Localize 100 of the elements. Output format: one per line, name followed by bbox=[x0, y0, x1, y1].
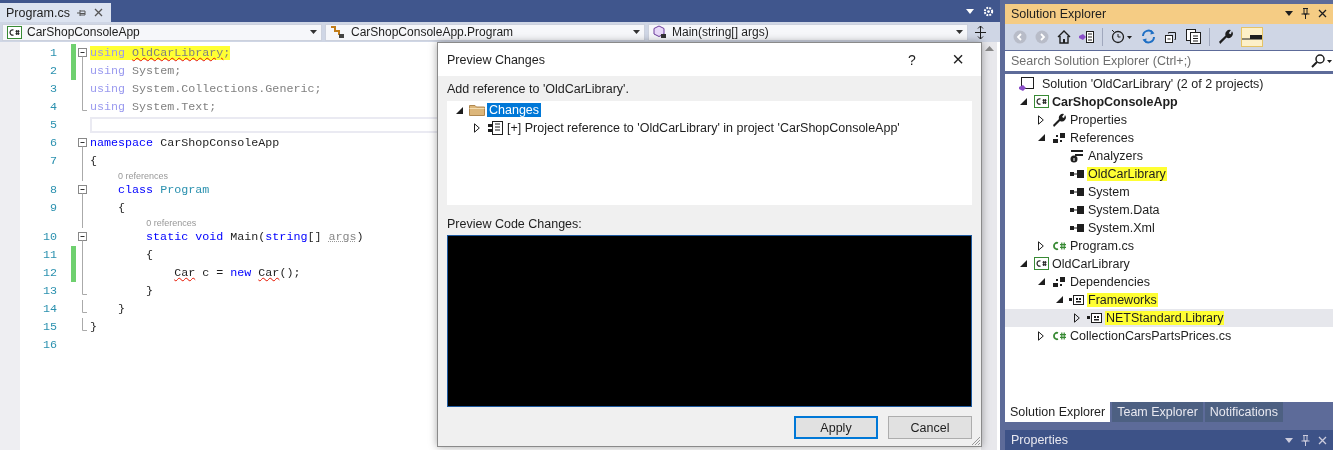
tree-item[interactable]: OldCarLibrary bbox=[1005, 164, 1333, 183]
line-number: 3 bbox=[49, 82, 57, 96]
split-window-icon[interactable] bbox=[975, 25, 986, 39]
csharp-file-icon bbox=[1051, 330, 1067, 341]
dropdown-arrow-icon[interactable] bbox=[966, 9, 974, 14]
line-number: 2 bbox=[49, 64, 57, 78]
tree-item[interactable]: [+] Project reference to 'OldCarLibrary' in project 'CarShopConsoleApp' bbox=[505, 121, 902, 135]
help-button[interactable]: ? bbox=[889, 44, 935, 75]
code-line: } bbox=[117, 302, 126, 316]
history-clock-icon[interactable] bbox=[1111, 29, 1133, 45]
resize-grip-icon[interactable] bbox=[971, 436, 980, 445]
tree-item[interactable]: Solution 'OldCarLibrary' (2 of 2 projects) bbox=[1005, 74, 1333, 93]
scroll-up-icon[interactable] bbox=[984, 46, 994, 51]
navigation-dropdown[interactable]: Main(string[] args) bbox=[648, 23, 968, 41]
dialog-button[interactable]: Apply bbox=[794, 416, 878, 439]
close-button[interactable]: × bbox=[935, 44, 981, 75]
panel-tab[interactable]: Team Explorer bbox=[1112, 402, 1203, 423]
tree-item[interactable]: Properties bbox=[1005, 110, 1333, 129]
tree-item[interactable]: System bbox=[1005, 182, 1333, 201]
collapse-all-icon[interactable] bbox=[1164, 29, 1178, 44]
line-number: 12 bbox=[41, 266, 57, 280]
assembly-reference-icon bbox=[1070, 222, 1084, 233]
line-number: 14 bbox=[41, 302, 57, 316]
dialog-message: Add reference to 'OldCarLibrary'. bbox=[447, 82, 630, 98]
dropdown-arrow-icon bbox=[310, 30, 317, 34]
expanded-arrow-icon[interactable] bbox=[1055, 296, 1063, 304]
code-line: } bbox=[145, 284, 154, 298]
expanded-arrow-icon[interactable] bbox=[1037, 134, 1045, 142]
navigation-dropdown[interactable]: CarShopConsoleApp.Program bbox=[325, 23, 645, 41]
settings-icon[interactable] bbox=[983, 6, 994, 17]
references-icon bbox=[1052, 131, 1066, 144]
document-reference-icon bbox=[487, 121, 503, 135]
tree-item[interactable]: OldCarLibrary bbox=[1005, 254, 1333, 273]
analyzers-icon bbox=[1070, 148, 1084, 163]
preview-icon bbox=[1242, 32, 1262, 41]
dropdown-arrow-icon bbox=[956, 30, 963, 34]
assembly-reference-icon bbox=[1070, 186, 1084, 197]
code-line: { bbox=[90, 154, 97, 168]
csharp-project-icon bbox=[7, 25, 22, 39]
collapsed-arrow-icon[interactable] bbox=[1074, 312, 1080, 323]
collapsed-arrow-icon[interactable] bbox=[1038, 114, 1044, 125]
assembly-reference-icon bbox=[1070, 204, 1084, 215]
document-tab[interactable]: Program.cs bbox=[0, 3, 111, 22]
line-number: 13 bbox=[41, 284, 57, 298]
line-number: 8 bbox=[49, 183, 57, 197]
tree-item[interactable]: System.Xml bbox=[1005, 218, 1333, 237]
line-number: 1 bbox=[49, 46, 57, 60]
expanded-arrow-icon[interactable] bbox=[1019, 98, 1027, 106]
tree-item[interactable]: CarShopConsoleApp bbox=[1005, 92, 1333, 111]
expanded-arrow-icon[interactable] bbox=[1019, 260, 1027, 268]
code-line: Car c = new Car(); bbox=[173, 266, 301, 280]
collapsed-arrow-icon[interactable] bbox=[474, 123, 480, 133]
dropdown-arrow-icon[interactable] bbox=[1285, 11, 1293, 17]
preview-toggle-button[interactable] bbox=[1241, 26, 1263, 47]
sync-icon[interactable] bbox=[1141, 29, 1156, 45]
tree-item[interactable]: System.Data bbox=[1005, 200, 1333, 219]
tree-item[interactable]: Analyzers bbox=[1005, 146, 1333, 165]
line-number: 16 bbox=[41, 338, 57, 352]
code-line: { bbox=[117, 201, 126, 215]
pin-icon[interactable] bbox=[76, 7, 87, 18]
line-number: 5 bbox=[49, 118, 57, 132]
dialog-button[interactable]: Cancel bbox=[888, 416, 972, 439]
collapsed-arrow-icon[interactable] bbox=[1038, 240, 1044, 251]
code-line: using System.Collections.Generic; bbox=[90, 82, 322, 96]
panel-tab[interactable]: Solution Explorer bbox=[1005, 402, 1111, 423]
references-icon bbox=[1052, 275, 1066, 288]
tree-item[interactable]: Changes bbox=[487, 103, 542, 117]
panel-header: Properties bbox=[1005, 430, 1333, 450]
tree-item[interactable]: CollectionCarsPartsPrices.cs bbox=[1005, 326, 1333, 345]
expanded-arrow-icon[interactable] bbox=[1037, 278, 1045, 286]
pin-icon[interactable] bbox=[1301, 8, 1310, 20]
framework-icon bbox=[1087, 311, 1103, 324]
show-all-files-icon[interactable] bbox=[1186, 29, 1201, 45]
panel-tab[interactable]: Notifications bbox=[1204, 402, 1283, 423]
line-number: 9 bbox=[49, 201, 57, 215]
tree-item[interactable]: Frameworks bbox=[1005, 290, 1333, 309]
csharp-project-icon bbox=[1033, 95, 1049, 109]
class-icon bbox=[330, 25, 346, 39]
close-icon[interactable] bbox=[93, 8, 103, 17]
line-number: 15 bbox=[41, 320, 57, 334]
tree-item[interactable]: References bbox=[1005, 128, 1333, 147]
collapsed-arrow-icon[interactable] bbox=[1038, 330, 1044, 341]
panel-header: Solution Explorer bbox=[1005, 4, 1333, 24]
dropdown-arrow-icon[interactable] bbox=[1285, 437, 1293, 443]
preview-label: Preview Code Changes: bbox=[447, 217, 583, 233]
dropdown-arrow-icon bbox=[633, 30, 640, 34]
tree-item[interactable]: Dependencies bbox=[1005, 272, 1333, 291]
code-line: { bbox=[145, 248, 154, 262]
tree-item[interactable]: Program.cs bbox=[1005, 236, 1333, 255]
home-icon[interactable] bbox=[1057, 29, 1071, 44]
line-number: 7 bbox=[49, 154, 57, 168]
close-icon[interactable] bbox=[1318, 9, 1327, 19]
wrench-icon[interactable] bbox=[1218, 29, 1233, 45]
expanded-arrow-icon[interactable] bbox=[455, 106, 463, 114]
method-icon bbox=[653, 25, 667, 39]
tree-item[interactable]: NETStandard.Library bbox=[1005, 308, 1333, 327]
search-icon[interactable] bbox=[1311, 53, 1333, 68]
line-number: 10 bbox=[41, 230, 57, 244]
navigation-dropdown[interactable]: CarShopConsoleApp bbox=[2, 23, 322, 41]
switch-views-icon[interactable] bbox=[1079, 29, 1094, 44]
